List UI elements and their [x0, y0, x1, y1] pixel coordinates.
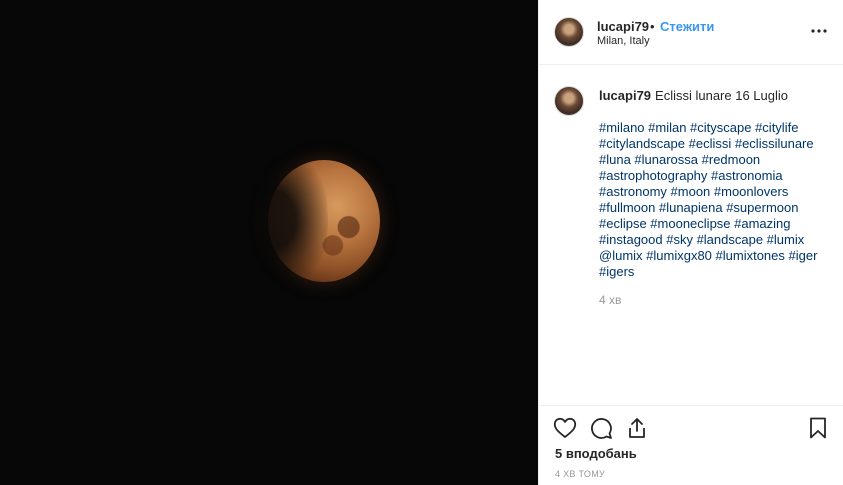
actions-bar: 5 вподобань 4 ХВ ТОМУ: [539, 405, 843, 485]
likes-count[interactable]: 5 вподобань: [555, 446, 637, 461]
separator-dot: •: [650, 19, 655, 34]
post-photo[interactable]: [0, 0, 538, 485]
comment-time: 4 хв: [599, 293, 622, 307]
post-side-panel: lucapi79 • Стежити Milan, Italy lucapi79…: [538, 0, 843, 485]
comments-section: lucapi79 Eclissi lunare 16 Luglio #milano…: [539, 65, 843, 405]
location-link[interactable]: Milan, Italy: [597, 35, 650, 47]
eclipse-shadow: [258, 150, 328, 290]
follow-button[interactable]: Стежити: [660, 19, 714, 34]
caption-username[interactable]: lucapi79: [599, 88, 651, 103]
username-link[interactable]: lucapi79: [597, 19, 649, 34]
caption: lucapi79 Eclissi lunare 16 Luglio: [599, 88, 829, 104]
hashtags[interactable]: #milano #milan #cityscape #citylife #cit…: [599, 120, 829, 280]
more-horizontal-icon[interactable]: [811, 24, 827, 38]
bookmark-icon[interactable]: [806, 416, 830, 440]
heart-icon[interactable]: [553, 416, 577, 440]
avatar[interactable]: [554, 17, 584, 47]
comment-icon[interactable]: [589, 416, 613, 440]
share-icon[interactable]: [625, 416, 649, 440]
post-timestamp[interactable]: 4 ХВ ТОМУ: [555, 469, 605, 479]
caption-avatar[interactable]: [554, 86, 584, 116]
caption-text: Eclissi lunare 16 Luglio: [655, 88, 788, 103]
post-header: lucapi79 • Стежити Milan, Italy: [539, 0, 843, 65]
